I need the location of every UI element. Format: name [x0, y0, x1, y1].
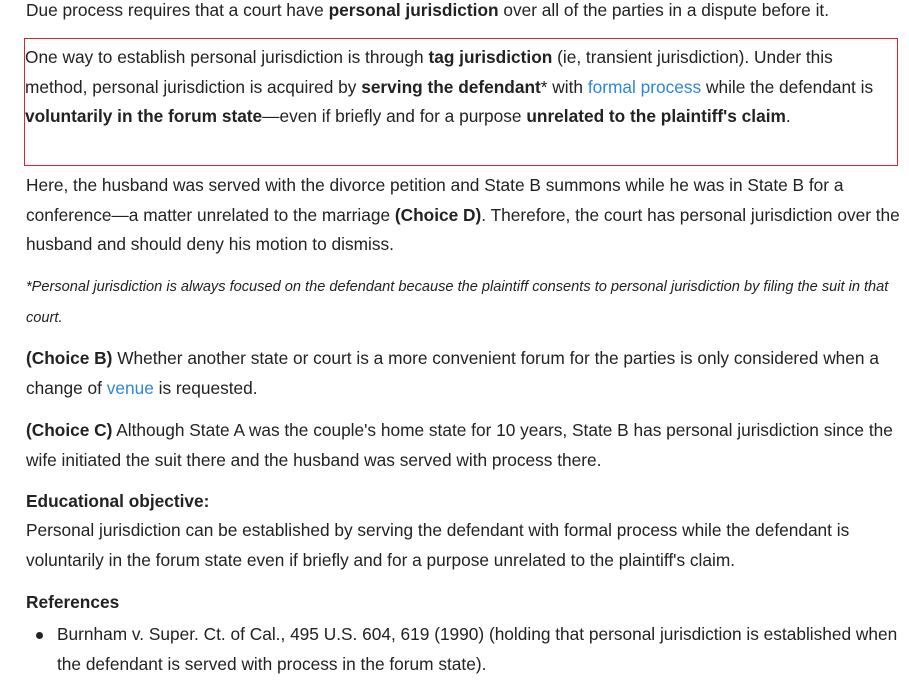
- formal-process-link[interactable]: formal process: [588, 77, 701, 97]
- bullet-icon: [36, 632, 43, 639]
- references-list: Burnham v. Super. Ct. of Cal., 495 U.S. …: [26, 620, 902, 679]
- footnote: *Personal jurisdiction is always focused…: [26, 279, 889, 326]
- reference-item: Burnham v. Super. Ct. of Cal., 495 U.S. …: [26, 620, 902, 679]
- bold-term: serving the defendant: [361, 76, 541, 97]
- bold-term: unrelated to the plaintiff's claim: [526, 106, 786, 126]
- bold-term: personal jurisdiction: [328, 0, 499, 20]
- choice-label: (Choice C): [26, 420, 113, 440]
- educational-objective-text: Personal jurisdiction can be established…: [26, 520, 850, 570]
- venue-link[interactable]: venue: [107, 378, 154, 398]
- intro-paragraph: Due process requires that a court have p…: [26, 0, 830, 20]
- rule-paragraph: One way to establish personal jurisdicti…: [25, 47, 874, 126]
- bold-term: tag jurisdiction: [428, 47, 553, 67]
- application-paragraph: Here, the husband was served with the di…: [26, 175, 900, 254]
- bold-term: voluntarily in the forum state: [25, 106, 263, 126]
- choice-b-explanation: (Choice B) Whether another state or cour…: [26, 348, 879, 398]
- choice-c-explanation: (Choice C) Although State A was the coup…: [26, 420, 893, 470]
- choice-label: (Choice B): [26, 348, 113, 368]
- choice-reference: (Choice D): [394, 204, 482, 225]
- educational-objective-heading: Educational objective:: [26, 491, 210, 511]
- highlighted-rule-box: One way to establish personal jurisdicti…: [24, 38, 898, 166]
- references-heading: References: [26, 592, 120, 612]
